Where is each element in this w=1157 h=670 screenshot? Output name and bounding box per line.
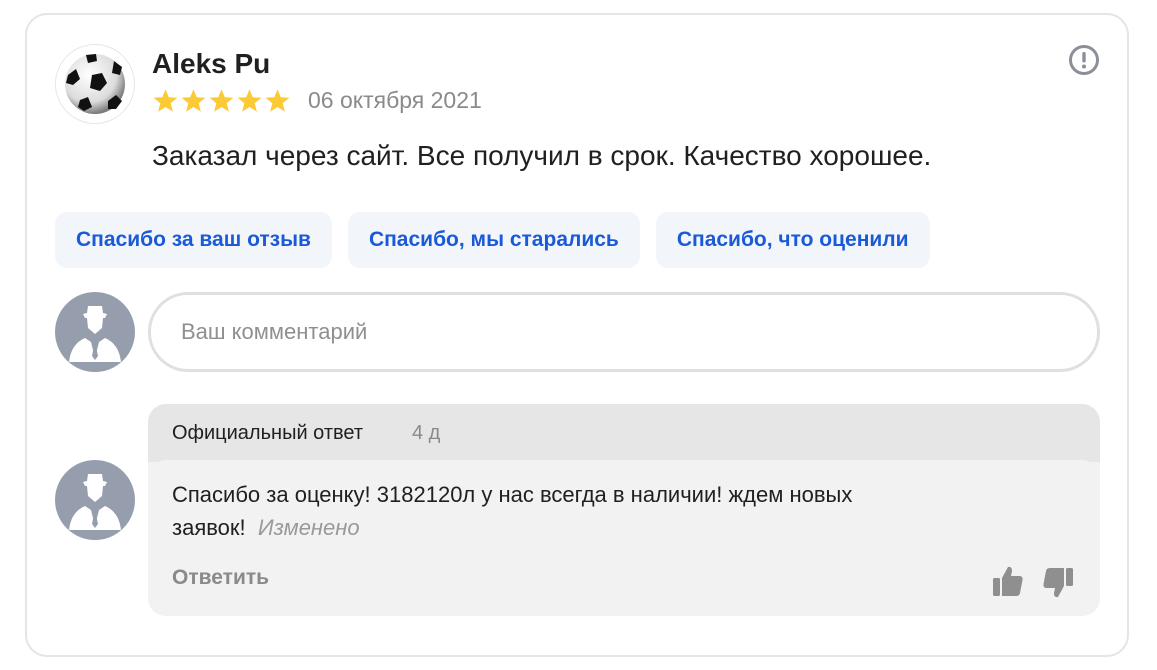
official-reply: Официальный ответ 4 д Спасибо за оценку!… [148, 404, 1100, 616]
quick-reply-we-tried[interactable]: Спасибо, мы старались [347, 212, 640, 268]
official-reply-avatar [55, 460, 135, 540]
user-silhouette-icon [69, 306, 121, 362]
official-reply-title: Официальный ответ [172, 422, 364, 444]
official-reply-text: Спасибо за оценку! 3182120л у нас всегда… [172, 478, 992, 544]
star-icon [209, 89, 234, 112]
reviewer-avatar[interactable] [55, 44, 135, 124]
exclamation-circle-icon[interactable] [1068, 44, 1100, 76]
review-author[interactable]: Aleks Pu [152, 48, 270, 80]
star-icon [265, 89, 290, 112]
quick-reply-list: Спасибо за ваш отзыв Спасибо, мы старали… [55, 212, 930, 268]
current-user-avatar [55, 292, 135, 372]
official-reply-age: 4 д [412, 422, 441, 444]
soccer-ball-icon [65, 54, 125, 114]
user-silhouette-icon [69, 474, 121, 530]
star-icon [181, 89, 206, 112]
star-icon [237, 89, 262, 112]
comment-input[interactable] [148, 292, 1100, 372]
review-date: 06 октября 2021 [308, 87, 482, 113]
quick-reply-thanks-rating[interactable]: Спасибо, что оценили [655, 212, 930, 268]
thumbs-up-icon[interactable] [991, 564, 1025, 598]
reply-button[interactable]: Ответить [172, 566, 269, 590]
star-icon [153, 89, 178, 112]
quick-reply-thanks-review[interactable]: Спасибо за ваш отзыв [55, 212, 332, 268]
review-text: Заказал через сайт. Все получил в срок. … [152, 140, 932, 171]
rating-stars [152, 88, 291, 114]
thumbs-down-icon[interactable] [1041, 566, 1075, 600]
edited-label: Изменено [257, 515, 360, 540]
